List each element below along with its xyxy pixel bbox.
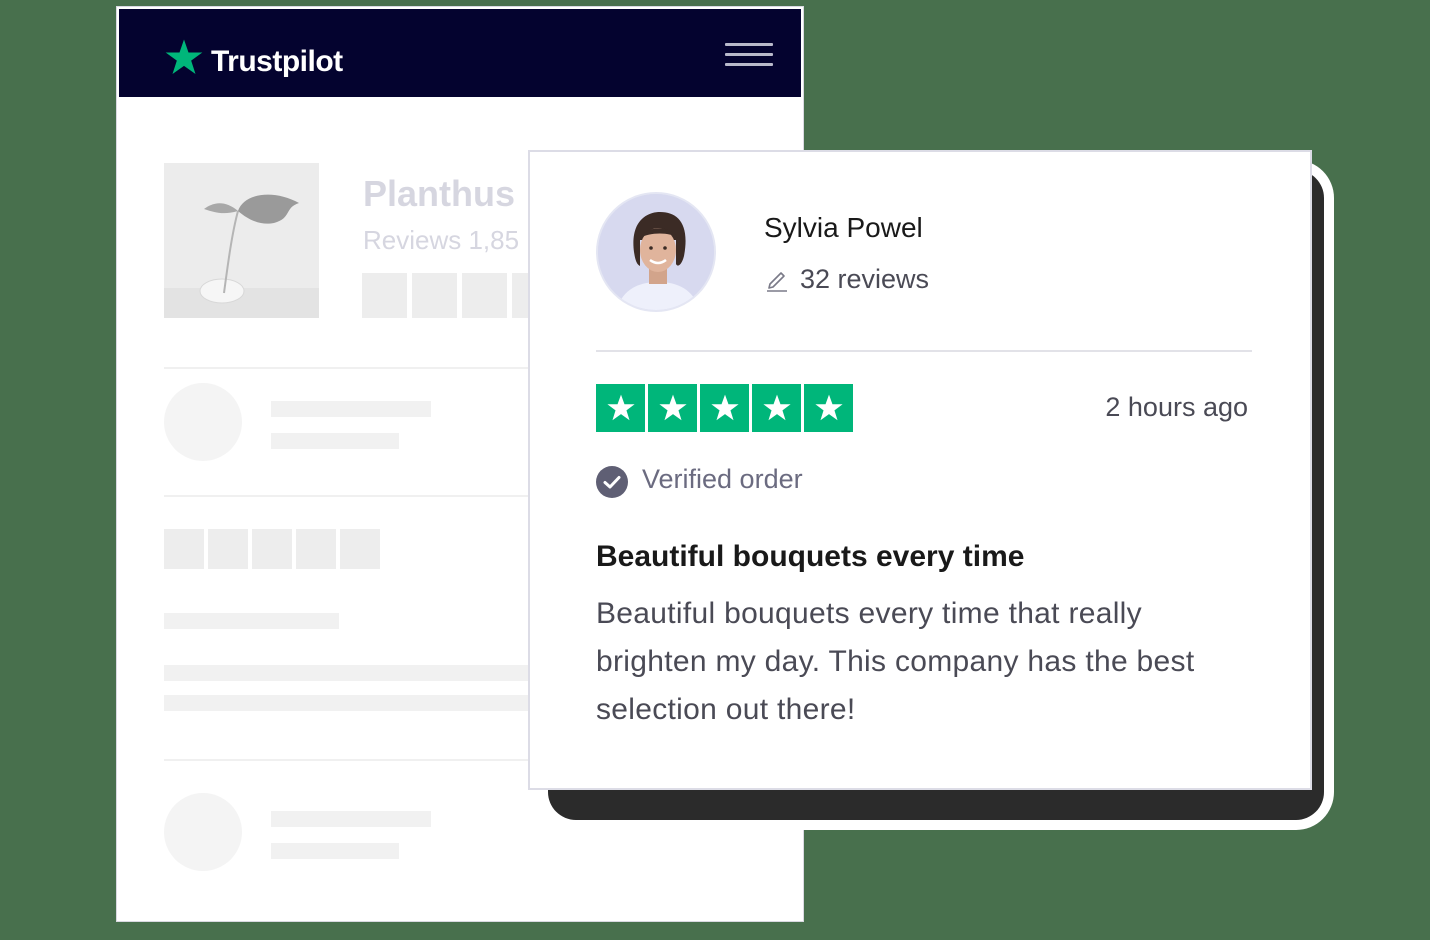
rating-star-icon xyxy=(752,384,801,432)
divider xyxy=(164,367,544,369)
reviewer-name[interactable]: Sylvia Powel xyxy=(764,212,923,244)
skeleton-star xyxy=(462,273,507,318)
reviewer-avatar[interactable] xyxy=(596,192,716,312)
rating-star-icon xyxy=(804,384,853,432)
company-reviews-count: Reviews 1,85 xyxy=(363,225,520,255)
divider xyxy=(164,495,544,497)
site-header: Trustpilot xyxy=(117,7,803,99)
skeleton-star xyxy=(296,529,336,569)
review-timestamp: 2 hours ago xyxy=(1105,392,1248,422)
pencil-icon xyxy=(767,272,787,292)
skeleton-line xyxy=(164,613,339,629)
skeleton-star xyxy=(252,529,292,569)
star-rating xyxy=(596,384,853,432)
trustpilot-logo-text[interactable]: Trustpilot xyxy=(211,45,343,79)
skeleton-line xyxy=(164,665,544,681)
hamburger-menu-icon[interactable] xyxy=(725,43,773,67)
verified-check-icon xyxy=(596,466,628,498)
rating-star-icon xyxy=(700,384,749,432)
skeleton-star xyxy=(340,529,380,569)
skeleton-line xyxy=(164,695,544,711)
review-title[interactable]: Beautiful bouquets every time xyxy=(596,540,1024,574)
trustpilot-star-icon xyxy=(165,39,203,74)
card-divider xyxy=(596,350,1252,352)
company-name: Planthus xyxy=(363,173,516,214)
reviewer-review-count[interactable]: 32 reviews xyxy=(800,264,929,295)
skeleton-avatar xyxy=(164,793,242,871)
skeleton-star xyxy=(208,529,248,569)
skeleton-line xyxy=(271,433,399,449)
rating-star-icon xyxy=(596,384,645,432)
skeleton-avatar xyxy=(164,383,242,461)
skeleton-line xyxy=(271,401,431,417)
skeleton-star xyxy=(412,273,457,318)
skeleton-line xyxy=(271,811,431,827)
rating-star-icon xyxy=(648,384,697,432)
verified-order-label: Verified order xyxy=(642,464,803,494)
skeleton-star xyxy=(164,529,204,569)
review-card: Sylvia Powel 32 reviews 2 hours ago Veri… xyxy=(528,150,1312,790)
company-logo-image xyxy=(164,163,319,318)
skeleton-line xyxy=(271,843,399,859)
review-body: Beautiful bouquets every time that reall… xyxy=(596,597,1195,726)
skeleton-star xyxy=(362,273,407,318)
